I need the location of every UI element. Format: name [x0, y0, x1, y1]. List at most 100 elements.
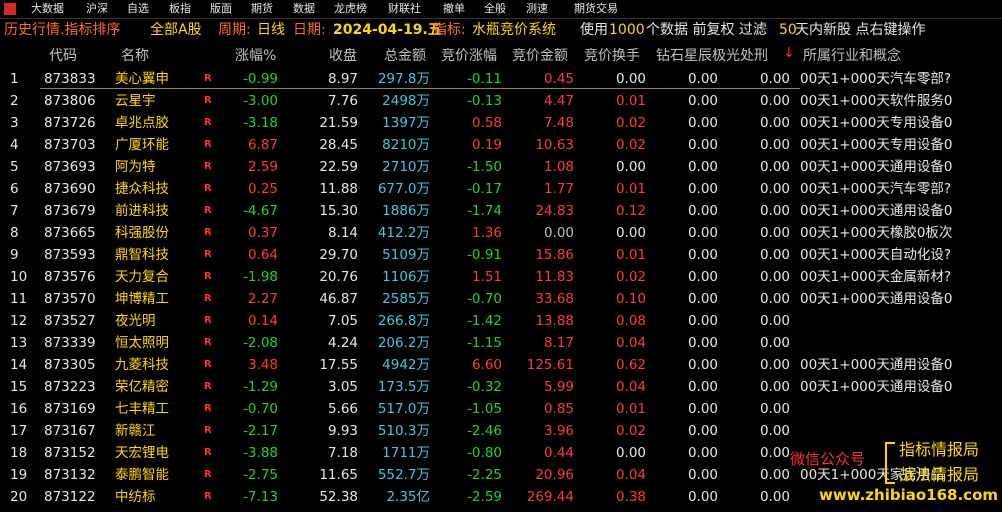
table-row[interactable]: 15 873223 荣亿精密 R -1.29 3.05 173.5万 -0.32 5.99 0.0… [0, 376, 1002, 398]
menu-item[interactable]: 自选 [127, 0, 149, 18]
row-index: 19 [10, 467, 28, 483]
indicator-selector[interactable]: 水瓶竞价系统 [472, 19, 556, 41]
table-row[interactable]: 7 873679 前进科技 R -4.67 15.30 1886万 -1.74 24.83 0.1… [0, 200, 1002, 222]
row-index: 8 [10, 225, 19, 241]
col-close[interactable]: 收盘 [329, 45, 357, 65]
signal-value-1: 0.00 [687, 335, 718, 351]
table-row[interactable]: 8 873665 科强股份 R 0.37 8.14 412.2万 1.36 0.00 0.00 0.… [0, 222, 1002, 244]
menu-item[interactable]: 板指 [169, 0, 191, 18]
table-row[interactable]: 3 873726 卓兆点胶 R -3.18 21.59 1397万 0.58 7.48 0.02 0… [0, 112, 1002, 134]
row-index: 3 [10, 115, 19, 131]
stock-name: 坤博精工 [115, 291, 169, 307]
use-count: 1000 [609, 22, 645, 38]
row-index: 4 [10, 137, 19, 153]
table-row[interactable]: 9 873593 鼎智科技 R 0.64 29.70 5109万 -0.91 15.86 0.01… [0, 244, 1002, 266]
table-row[interactable]: 11 873570 坤博精工 R 2.27 46.87 2585万 -0.70 33.68 0.1… [0, 288, 1002, 310]
table-row[interactable]: 6 873690 捷众科技 R 0.25 11.88 677.0万 -0.17 1.77 0.01… [0, 178, 1002, 200]
financing-flag: R [204, 425, 212, 436]
table-row[interactable]: 14 873305 九菱科技 R 3.48 17.55 4942万 6.60 125.61 0.6… [0, 354, 1002, 376]
table-row[interactable]: 5 873693 阿为特 R 2.59 22.59 2710万 -1.50 1.08 0.00 0.… [0, 156, 1002, 178]
bid-turnover: 0.04 [615, 335, 646, 351]
financing-flag: R [204, 403, 212, 414]
table-row[interactable]: 13 873339 恒太照明 R -2.08 4.24 206.2万 -1.15 8.17 0.0… [0, 332, 1002, 354]
close-price: 7.05 [327, 313, 358, 329]
bid-turnover: 0.62 [615, 357, 646, 373]
signal-value-2: 0.00 [759, 467, 790, 483]
signal-value-2: 0.00 [759, 269, 790, 285]
table-row[interactable]: 2 873806 云星宇 R -3.00 7.76 2498万 -0.13 4.47 0.01 0.… [0, 90, 1002, 112]
signal-value-1: 0.00 [687, 445, 718, 461]
stock-code: 873169 [44, 401, 96, 417]
app-logo-icon[interactable] [0, 0, 20, 18]
bid-turnover: 0.01 [615, 93, 646, 109]
watermark-line1: 指标情报局 [899, 440, 980, 459]
table-row[interactable]: 1 873833 美心翼申 R -0.99 8.97 297.8万 -0.11 0.45 0.00… [0, 68, 1002, 90]
col-industry[interactable]: 所属行业和概念 [803, 45, 901, 65]
bid-turnover: 0.01 [615, 401, 646, 417]
bid-amount: 20.96 [535, 467, 574, 483]
col-amount[interactable]: 总金额 [384, 45, 426, 65]
bid-amount: 1.77 [543, 181, 574, 197]
stock-name: 天力复合 [115, 269, 169, 285]
stock-name: 云星宇 [115, 93, 156, 109]
col-signal[interactable]: 钻石星辰极光处刑 [656, 45, 768, 65]
signal-value-1: 0.00 [687, 269, 718, 285]
close-price: 5.66 [327, 401, 358, 417]
col-code[interactable]: 代码 [49, 45, 77, 65]
total-amount: 206.2万 [377, 335, 430, 351]
col-name[interactable]: 名称 [121, 45, 149, 65]
bid-change: -0.91 [467, 247, 502, 263]
menu-item[interactable]: 撤单 [443, 0, 465, 18]
col-bid-change[interactable]: 竞价涨幅 [441, 45, 497, 65]
indicator-label: 指标: [433, 22, 466, 38]
menu-item[interactable]: 龙虎榜 [334, 0, 367, 18]
signal-value-1: 0.00 [687, 115, 718, 131]
col-bid-amount[interactable]: 竞价金额 [512, 45, 568, 65]
financing-flag: R [204, 117, 212, 128]
menu-item[interactable]: 沪深 [86, 0, 108, 18]
table-row[interactable]: 10 873576 天力复合 R -1.98 20.76 1106万 1.51 11.83 0.0… [0, 266, 1002, 288]
date-selector[interactable]: 2024-04-19.五 [333, 19, 442, 41]
signal-value-2: 0.00 [759, 313, 790, 329]
financing-flag: R [204, 95, 212, 106]
menu-item[interactable]: 版面 [210, 0, 232, 18]
signal-value-1: 0.00 [687, 291, 718, 307]
menu-item[interactable]: 期货交易 [574, 0, 618, 18]
bid-turnover: 0.02 [615, 137, 646, 153]
close-price: 20.76 [319, 269, 358, 285]
signal-value-2: 0.00 [759, 203, 790, 219]
stock-name: 七丰精工 [115, 401, 169, 417]
stock-name: 前进科技 [115, 203, 169, 219]
bid-turnover: 0.00 [615, 225, 646, 241]
bid-amount: 4.47 [543, 93, 574, 109]
signal-value-2: 0.00 [759, 357, 790, 373]
menu-item[interactable]: 测速 [526, 0, 548, 18]
col-bid-turnover[interactable]: 竞价换手 [584, 45, 640, 65]
change-pct: 2.59 [247, 159, 278, 175]
col-change[interactable]: 涨幅% [235, 45, 276, 65]
financing-flag: R [204, 271, 212, 282]
signal-value-2: 0.00 [759, 291, 790, 307]
signal-value-1: 0.00 [687, 93, 718, 109]
change-pct: 0.37 [247, 225, 278, 241]
change-pct: 0.14 [247, 313, 278, 329]
market-filter[interactable]: 全部A股 [150, 19, 202, 41]
table-row[interactable]: 17 873167 新赣江 R -2.17 9.93 510.3万 -2.46 3.96 0.02… [0, 420, 1002, 442]
change-pct: -2.17 [243, 423, 278, 439]
menu-item[interactable]: 期货 [251, 0, 273, 18]
table-row[interactable]: 16 873169 七丰精工 R -0.70 5.66 517.0万 -1.05 0.85 0.0… [0, 398, 1002, 420]
bid-change: -1.74 [467, 203, 502, 219]
close-price: 7.76 [327, 93, 358, 109]
menu-item[interactable]: 全般 [484, 0, 506, 18]
bid-turnover: 0.04 [615, 379, 646, 395]
period-selector[interactable]: 日线 [257, 19, 285, 41]
menu-item[interactable]: 大数据 [31, 0, 64, 18]
total-amount: 8210万 [382, 137, 430, 153]
table-row[interactable]: 4 873703 广厦环能 R 6.87 28.45 8210万 0.19 10.63 0.02 0… [0, 134, 1002, 156]
total-amount: 5109万 [382, 247, 430, 263]
table-row[interactable]: 12 873527 夜光明 R 0.14 7.05 266.8万 -1.42 13.88 0.08… [0, 310, 1002, 332]
menu-item[interactable]: 数据 [293, 0, 315, 18]
menu-item[interactable]: 财联社 [388, 0, 421, 18]
bid-change: -1.50 [467, 159, 502, 175]
watermark-url: www.zhibiao168.com [819, 486, 999, 504]
